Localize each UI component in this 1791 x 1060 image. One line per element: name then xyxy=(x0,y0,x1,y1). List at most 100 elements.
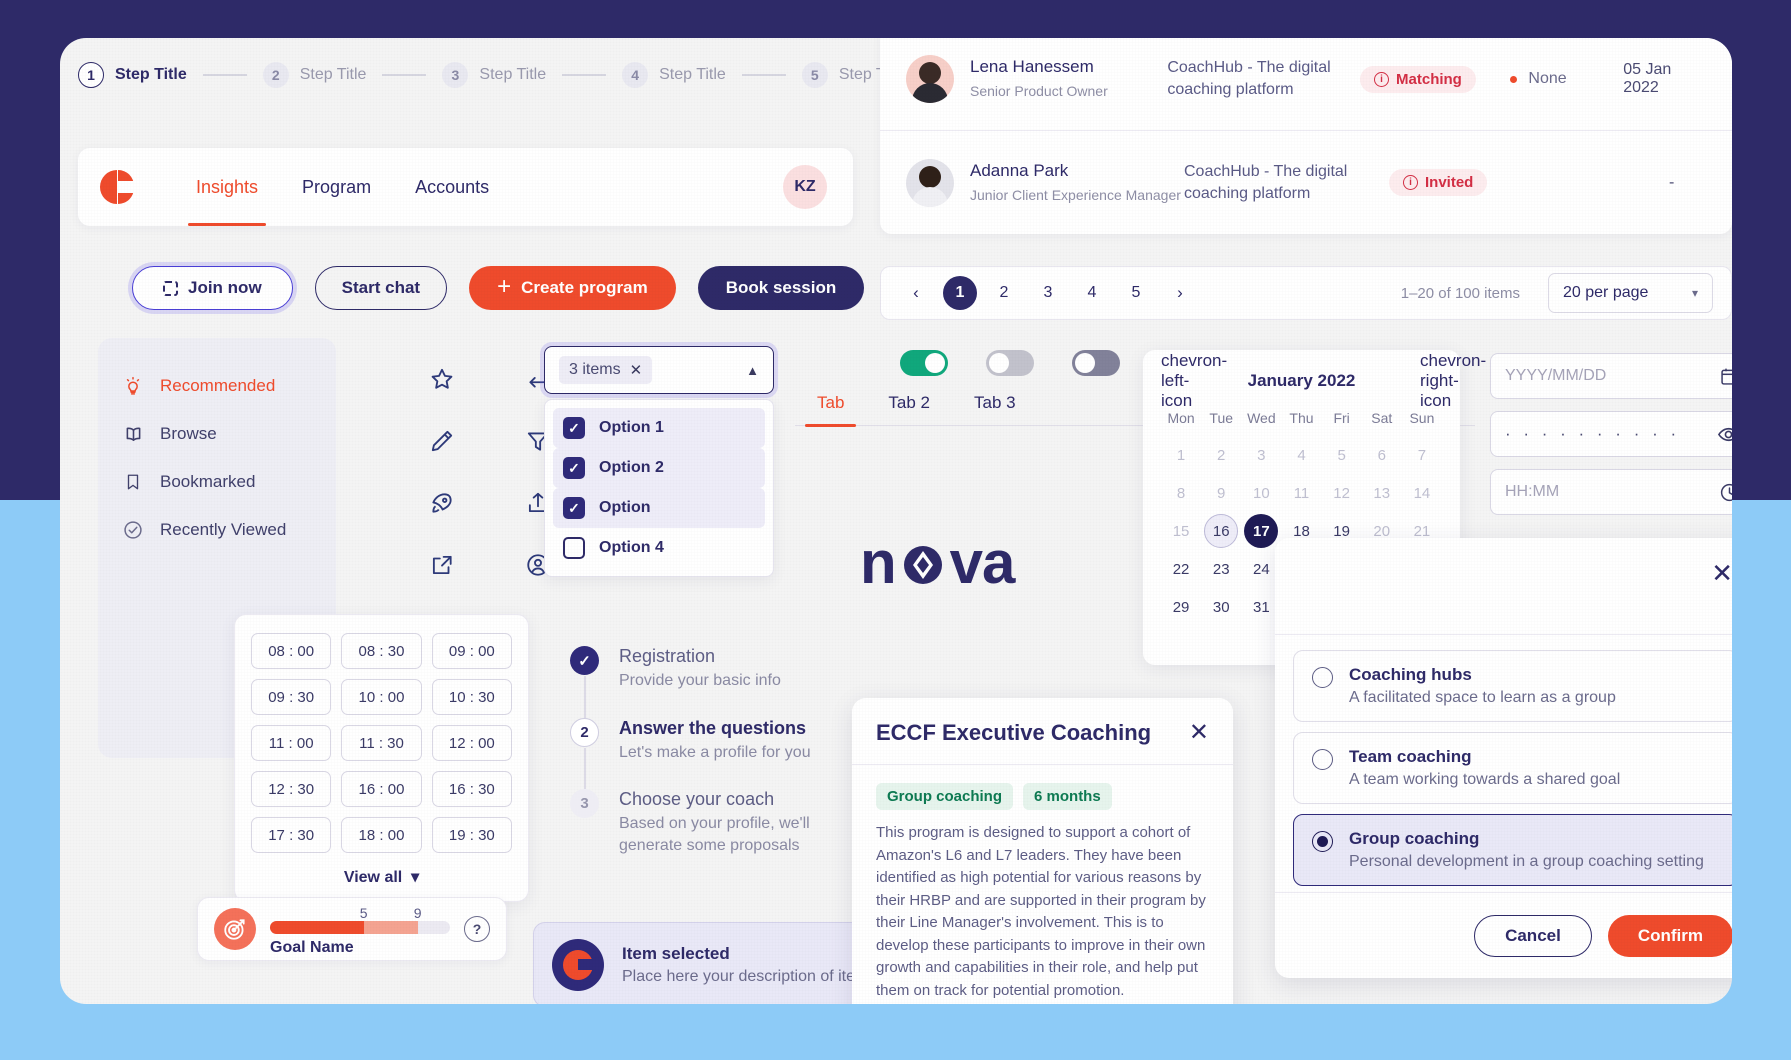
time-slot[interactable]: 11 : 30 xyxy=(341,725,422,761)
radio-icon[interactable] xyxy=(1312,667,1333,688)
join-now-button[interactable]: Join now xyxy=(132,266,293,310)
time-slot[interactable]: 08 : 30 xyxy=(341,633,422,669)
pagination-prev[interactable]: ‹ xyxy=(899,276,933,310)
close-icon[interactable]: ✕ xyxy=(1189,721,1209,745)
book-session-button[interactable]: Book session xyxy=(697,266,865,310)
sidebar-item-browse[interactable]: Browse xyxy=(98,410,336,458)
pagination-page-5[interactable]: 5 xyxy=(1119,276,1153,310)
star-icon[interactable] xyxy=(418,352,466,406)
onboarding-step-2[interactable]: 2 Answer the questions Let's make a prof… xyxy=(570,717,870,790)
time-slot[interactable]: 19 : 30 xyxy=(431,817,512,853)
calendar-day[interactable]: 1 xyxy=(1161,436,1201,474)
calendar-day[interactable]: 7 xyxy=(1402,436,1442,474)
calendar-day[interactable]: 30 xyxy=(1201,588,1241,626)
chevron-left-icon[interactable]: chevron-left-icon xyxy=(1161,351,1227,411)
time-slot[interactable]: 17 : 30 xyxy=(251,817,332,853)
rocket-icon[interactable] xyxy=(418,476,466,530)
multiselect-option-2[interactable]: Option 2 xyxy=(553,448,765,488)
calendar-day[interactable]: 11 xyxy=(1281,474,1321,512)
calendar-day[interactable]: 29 xyxy=(1161,588,1201,626)
checkbox-icon[interactable] xyxy=(563,457,585,479)
confirm-button[interactable]: Confirm xyxy=(1607,914,1732,957)
tab-2[interactable]: Tab 2 xyxy=(866,393,952,425)
stepper-step-4[interactable]: 4 Step Title xyxy=(622,62,726,88)
view-all-button[interactable]: View all ▾ xyxy=(251,867,512,887)
radio-icon[interactable] xyxy=(1312,749,1333,770)
onboarding-step-3[interactable]: 3 Choose your coach Based on your profil… xyxy=(570,789,870,856)
radio-option-coaching-hubs[interactable]: Coaching hubs A facilitated space to lea… xyxy=(1293,650,1732,722)
tab-1[interactable]: Tab xyxy=(795,393,866,427)
table-row[interactable]: Lena Hanessem Senior Product Owner Coach… xyxy=(880,38,1732,131)
stepper-step-3[interactable]: 3 Step Title xyxy=(442,62,546,88)
table-row[interactable]: Adanna Park Junior Client Experience Man… xyxy=(880,131,1732,234)
multiselect-option-3[interactable]: Option xyxy=(553,488,765,528)
pencil-icon[interactable] xyxy=(418,414,466,468)
radio-option-team-coaching[interactable]: Team coaching A team working towards a s… xyxy=(1293,732,1732,804)
per-page-select[interactable]: 20 per page ▾ xyxy=(1548,273,1713,313)
sidebar-item-recently-viewed[interactable]: Recently Viewed xyxy=(98,506,336,554)
close-icon[interactable]: ✕ xyxy=(630,361,643,379)
clock-icon[interactable] xyxy=(1719,482,1732,503)
nav-link-program[interactable]: Program xyxy=(280,148,393,226)
item-selected-banner[interactable]: Item selected Place here your descriptio… xyxy=(533,922,868,1004)
chevron-up-icon[interactable]: ▲ xyxy=(746,363,759,378)
radio-option-group-coaching[interactable]: Group coaching Personal development in a… xyxy=(1293,814,1732,886)
calendar-day[interactable]: 10 xyxy=(1241,474,1281,512)
calendar-day[interactable]: 13 xyxy=(1362,474,1402,512)
calendar-day[interactable]: 12 xyxy=(1322,474,1362,512)
question-icon[interactable]: ? xyxy=(464,916,490,942)
calendar-day[interactable]: 15 xyxy=(1161,512,1201,550)
time-slot[interactable]: 09 : 00 xyxy=(431,633,512,669)
multiselect-option-4[interactable]: Option 4 xyxy=(553,528,765,568)
calendar-day[interactable]: 14 xyxy=(1402,474,1442,512)
pagination-page-2[interactable]: 2 xyxy=(987,276,1021,310)
time-slot[interactable]: 12 : 00 xyxy=(431,725,512,761)
time-slot[interactable]: 16 : 30 xyxy=(431,771,512,807)
close-icon[interactable]: ✕ xyxy=(1711,560,1732,586)
onboarding-step-1[interactable]: ✓ Registration Provide your basic info xyxy=(570,646,870,718)
chevron-right-icon[interactable]: chevron-right-icon xyxy=(1420,351,1486,411)
calendar-day[interactable]: 17 xyxy=(1241,512,1281,550)
time-slot[interactable]: 18 : 00 xyxy=(341,817,422,853)
pagination-next[interactable]: › xyxy=(1163,276,1197,310)
multiselect-option-1[interactable]: Option 1 xyxy=(553,408,765,448)
calendar-icon[interactable] xyxy=(1719,366,1732,387)
stepper-step-2[interactable]: 2 Step Title xyxy=(262,62,366,88)
checkbox-icon[interactable] xyxy=(563,497,585,519)
calendar-day[interactable]: 5 xyxy=(1322,436,1362,474)
calendar-day[interactable]: 9 xyxy=(1201,474,1241,512)
toggle-on[interactable] xyxy=(900,350,948,376)
checkbox-icon[interactable] xyxy=(563,537,585,559)
tab-3[interactable]: Tab 3 xyxy=(952,393,1038,425)
multiselect-control[interactable]: 3 items ✕ ▲ xyxy=(544,346,774,394)
nav-link-accounts[interactable]: Accounts xyxy=(393,148,511,226)
external-link-icon[interactable] xyxy=(418,538,466,592)
cancel-button[interactable]: Cancel xyxy=(1474,914,1592,957)
pagination-page-3[interactable]: 3 xyxy=(1031,276,1065,310)
toggle-off-light[interactable] xyxy=(986,350,1034,376)
nav-link-insights[interactable]: Insights xyxy=(174,148,280,226)
checkbox-icon[interactable] xyxy=(563,417,585,439)
time-slot[interactable]: 10 : 30 xyxy=(431,679,512,715)
calendar-day[interactable]: 22 xyxy=(1161,550,1201,588)
time-slot[interactable]: 11 : 00 xyxy=(251,725,332,761)
calendar-day[interactable]: 16 xyxy=(1201,512,1241,550)
calendar-day[interactable]: 23 xyxy=(1201,550,1241,588)
time-field[interactable]: HH:MM xyxy=(1490,469,1732,515)
time-slot[interactable]: 10 : 00 xyxy=(341,679,422,715)
start-chat-button[interactable]: Start chat xyxy=(314,266,448,310)
user-avatar[interactable]: KZ xyxy=(783,165,827,209)
create-program-button[interactable]: + Create program xyxy=(469,266,676,310)
calendar-day[interactable]: 3 xyxy=(1241,436,1281,474)
radio-icon[interactable] xyxy=(1312,831,1333,852)
calendar-day[interactable]: 8 xyxy=(1161,474,1201,512)
time-slot[interactable]: 09 : 30 xyxy=(251,679,332,715)
calendar-day[interactable]: 4 xyxy=(1281,436,1321,474)
password-field[interactable]: · · · · · · · · · · xyxy=(1490,411,1732,457)
date-field[interactable]: YYYY/MM/DD xyxy=(1490,353,1732,399)
sidebar-item-recommended[interactable]: Recommended xyxy=(98,362,336,410)
calendar-day[interactable]: 6 xyxy=(1362,436,1402,474)
pagination-page-4[interactable]: 4 xyxy=(1075,276,1109,310)
eye-icon[interactable] xyxy=(1717,423,1732,446)
calendar-day[interactable]: 2 xyxy=(1201,436,1241,474)
